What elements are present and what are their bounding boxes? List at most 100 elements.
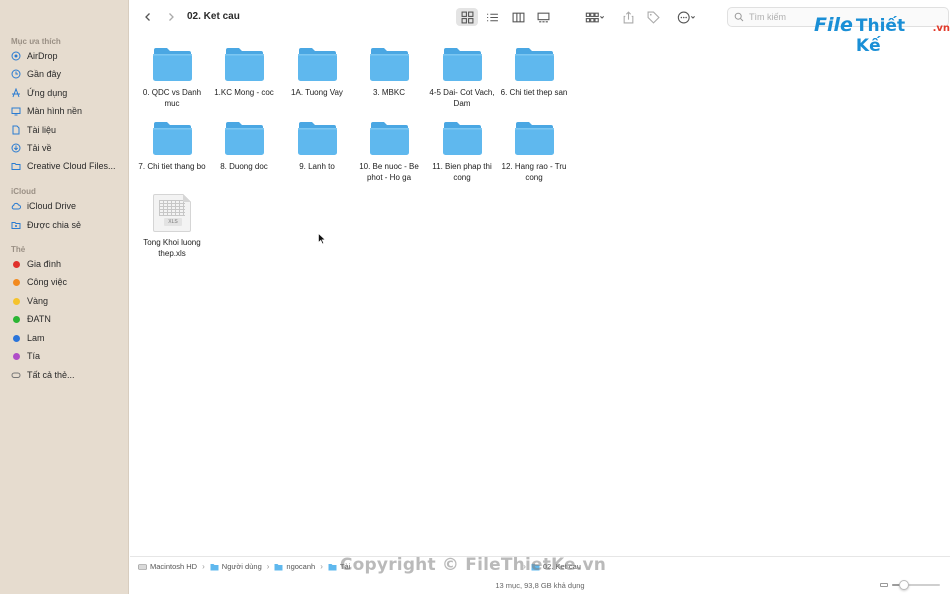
minimize-button[interactable] [34, 12, 46, 24]
sidebar-section-tags-title: Thẻ [11, 245, 26, 254]
applications-icon [11, 88, 21, 98]
zoom-button[interactable] [54, 12, 66, 24]
document-icon [11, 125, 21, 135]
download-icon [11, 143, 21, 153]
sidebar-item-airdrop[interactable]: AirDrop [11, 48, 58, 64]
share-icon [623, 10, 633, 23]
back-button[interactable] [140, 9, 156, 25]
folder-item[interactable]: 1.KC Mong - coc [207, 46, 281, 99]
gallery-view-button[interactable] [533, 8, 553, 26]
share-button[interactable] [620, 8, 636, 26]
chevron-right-icon [169, 13, 174, 21]
shared-folder-icon [11, 220, 21, 230]
icon-size-slider[interactable] [880, 580, 940, 590]
path-crumb-home[interactable]: ngocanh [274, 562, 315, 571]
path-crumb-macintosh-hd[interactable]: Macintosh HD [138, 562, 197, 571]
sidebar-tag-vang[interactable]: Vàng [11, 293, 48, 309]
chevron-left-icon [145, 13, 150, 21]
sidebar-item-documents[interactable]: Tài liệu [11, 122, 56, 138]
folder-item[interactable]: 8. Duong doc [207, 120, 281, 173]
small-icon-size-icon [880, 583, 888, 587]
folder-item[interactable]: 7. Chi tiet thang bo [135, 120, 209, 173]
sidebar-tag-tia[interactable]: Tía [11, 348, 40, 364]
sidebar-item-downloads[interactable]: Tải về [11, 140, 52, 156]
airdrop-icon [11, 51, 21, 61]
all-tags-icon [11, 370, 21, 380]
copyright-watermark: Copyright © FileThietKe.vn [340, 555, 607, 575]
folder-item[interactable]: 11. Bien phap thi cong [425, 120, 499, 183]
folder-icon [152, 122, 192, 155]
folder-item[interactable]: 12. Hang rao - Tru cong [497, 120, 571, 183]
tag-red-dot-icon [12, 260, 20, 268]
folder-icon [369, 48, 409, 81]
sidebar-tag-datn[interactable]: ĐATN [11, 311, 51, 327]
folder-icon [210, 563, 219, 570]
sidebar-item-recents[interactable]: Gần đây [11, 66, 61, 82]
status-bar: 13 mục, 93,8 GB khả dụng [130, 576, 950, 594]
sidebar-tag-gia-dinh[interactable]: Gia đình [11, 256, 61, 272]
group-by-button[interactable] [582, 8, 608, 26]
tag-yellow-dot-icon [12, 297, 20, 305]
folder-icon [224, 122, 264, 155]
sidebar-tag-all[interactable]: Tất cả thẻ... [11, 367, 75, 383]
folder-item[interactable]: 6. Chi tiet thep san [497, 46, 571, 99]
folder-item[interactable]: 0. QDC vs Danh muc [135, 46, 209, 109]
sidebar-section-favorites-title: Mục ưa thích [11, 37, 61, 46]
column-view-button[interactable] [508, 8, 528, 26]
folder-item[interactable]: 9. Lanh to [280, 120, 354, 173]
sidebar-tag-lam[interactable]: Lam [11, 330, 45, 346]
item-label: 1A. Tuong Vay [291, 88, 343, 97]
more-actions-button[interactable] [674, 8, 700, 26]
sidebar-item-creative-cloud[interactable]: Creative Cloud Files... [11, 158, 116, 174]
item-label: 7. Chi tiet thang bo [138, 162, 206, 171]
file-item[interactable]: XLS Tong Khoi luong thep.xls [135, 194, 209, 259]
folder-item[interactable]: 3. MBKC [352, 46, 426, 99]
tag-button[interactable] [645, 8, 661, 26]
folder-icon [442, 122, 482, 155]
tag-icon [647, 11, 660, 24]
folder-icon [297, 122, 337, 155]
item-label: 8. Duong doc [220, 162, 268, 171]
folder-item[interactable]: 4-5 Dai- Cot Vach, Dam [425, 46, 499, 109]
tag-blue-dot-icon [12, 334, 20, 342]
forward-button[interactable] [163, 9, 179, 25]
folder-item[interactable]: 1A. Tuong Vay [280, 46, 354, 99]
group-grid-icon [585, 12, 605, 22]
icon-view-button[interactable] [456, 8, 478, 26]
xls-file-icon: XLS [153, 194, 191, 232]
hard-drive-icon [138, 563, 147, 570]
folder-icon [152, 48, 192, 81]
folder-icon [514, 122, 554, 155]
close-button[interactable] [14, 12, 26, 24]
item-label: 0. QDC vs Danh muc [142, 88, 202, 108]
folder-icon [514, 48, 554, 81]
item-label: Tong Khoi luong thep.xls [143, 238, 201, 258]
sidebar: Mục ưa thích AirDrop Gần đây Ứng dụng Mà… [0, 0, 129, 594]
sidebar-tag-cong-viec[interactable]: Công việc [11, 274, 67, 290]
grid-icon [461, 11, 473, 23]
window-title: 02. Ket cau [187, 11, 240, 22]
item-label: 3. MBKC [372, 88, 405, 97]
search-icon [734, 12, 744, 22]
status-text: 13 mục, 93,8 GB khả dụng [495, 580, 585, 590]
item-label: 9. Lanh to [299, 162, 335, 171]
sidebar-item-applications[interactable]: Ứng dụng [11, 85, 67, 101]
tag-green-dot-icon [12, 315, 20, 323]
folder-icon [369, 122, 409, 155]
list-icon [486, 13, 498, 21]
sidebar-item-desktop[interactable]: Màn hình nền [11, 103, 82, 119]
sidebar-item-shared[interactable]: Được chia sẻ [11, 217, 81, 233]
tag-purple-dot-icon [12, 352, 20, 360]
path-crumb-users[interactable]: Người dùng [210, 562, 262, 571]
folder-icon [11, 161, 21, 171]
sidebar-item-icloud-drive[interactable]: iCloud Drive [11, 198, 76, 214]
item-label: 6. Chi tiet thep san [500, 88, 568, 97]
desktop-icon [11, 106, 21, 116]
folder-item[interactable]: 10. Be nuoc - Be phot - Ho ga [352, 120, 426, 183]
window-controls [14, 12, 66, 24]
cloud-icon [11, 201, 21, 211]
slider-knob[interactable] [899, 580, 909, 590]
item-label: 10. Be nuoc - Be phot - Ho ga [359, 162, 419, 182]
columns-icon [512, 12, 524, 22]
list-view-button[interactable] [482, 8, 502, 26]
